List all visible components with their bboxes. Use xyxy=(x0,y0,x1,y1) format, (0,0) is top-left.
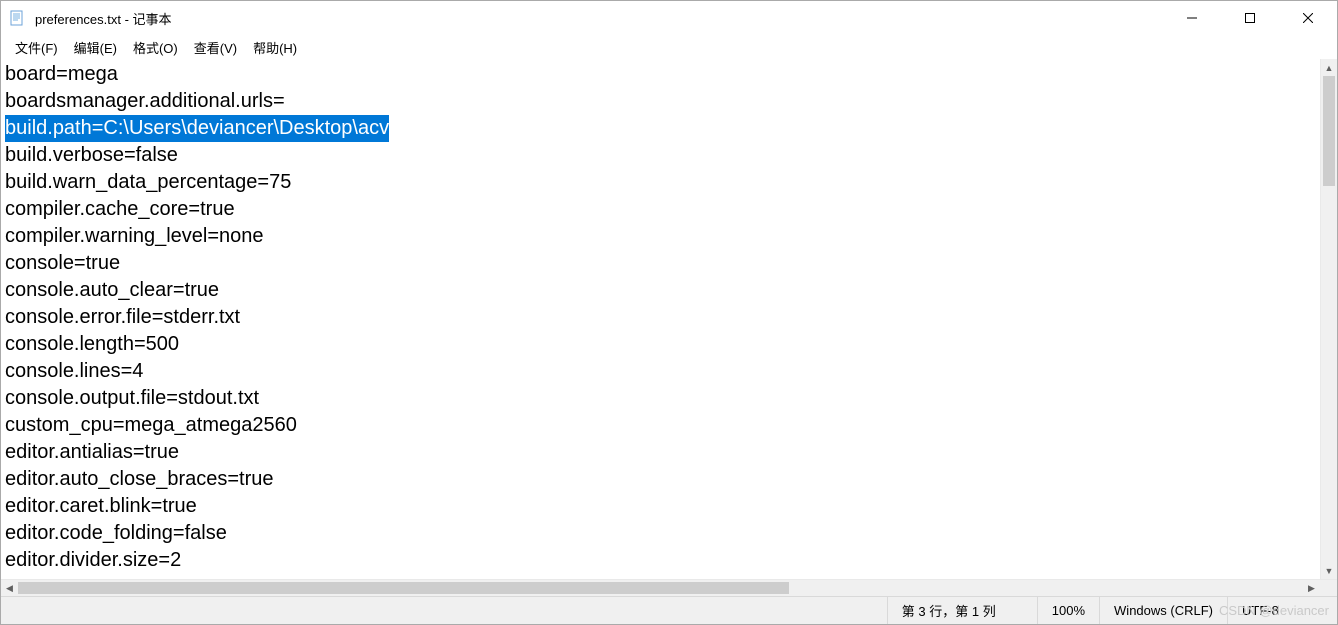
text-line[interactable]: console.auto_clear=true xyxy=(5,277,1316,304)
menu-bar: 文件(F) 编辑(E) 格式(O) 查看(V) 帮助(H) xyxy=(1,35,1337,59)
maximize-button[interactable] xyxy=(1221,1,1279,35)
title-bar: preferences.txt - 记事本 xyxy=(1,1,1337,35)
text-line[interactable]: console.lines=4 xyxy=(5,358,1316,385)
text-line[interactable]: console.length=500 xyxy=(5,331,1316,358)
minimize-button[interactable] xyxy=(1163,1,1221,35)
vertical-scroll-thumb[interactable] xyxy=(1323,76,1335,186)
content-wrap: board=megaboardsmanager.additional.urls=… xyxy=(1,59,1337,579)
scroll-down-button[interactable]: ▼ xyxy=(1321,562,1337,579)
text-line[interactable]: console=true xyxy=(5,250,1316,277)
window-title: preferences.txt - 记事本 xyxy=(33,9,1163,28)
vertical-scrollbar[interactable]: ▲ ▼ xyxy=(1320,59,1337,579)
app-icon xyxy=(9,10,25,26)
menu-format[interactable]: 格式(O) xyxy=(125,36,186,59)
text-line[interactable]: editor.antialias=true xyxy=(5,439,1316,466)
text-line[interactable]: build.path=C:\Users\deviancer\Desktop\ac… xyxy=(5,115,1316,142)
notepad-window: preferences.txt - 记事本 文件(F) 编辑(E) 格式(O) … xyxy=(0,0,1338,625)
text-line[interactable]: custom_cpu=mega_atmega2560 xyxy=(5,412,1316,439)
text-editor[interactable]: board=megaboardsmanager.additional.urls=… xyxy=(1,59,1320,579)
scroll-up-button[interactable]: ▲ xyxy=(1321,59,1337,76)
text-line[interactable]: editor.auto_close_braces=true xyxy=(5,466,1316,493)
status-position: 第 3 行，第 1 列 xyxy=(887,597,1037,624)
close-button[interactable] xyxy=(1279,1,1337,35)
text-line[interactable]: compiler.warning_level=none xyxy=(5,223,1316,250)
window-controls xyxy=(1163,1,1337,35)
scroll-corner xyxy=(1320,580,1337,596)
menu-view[interactable]: 查看(V) xyxy=(186,36,245,59)
scroll-left-button[interactable]: ◀ xyxy=(1,580,18,596)
text-line[interactable]: build.warn_data_percentage=75 xyxy=(5,169,1316,196)
status-zoom: 100% xyxy=(1037,597,1099,624)
menu-help[interactable]: 帮助(H) xyxy=(245,36,305,59)
text-line[interactable]: console.error.file=stderr.txt xyxy=(5,304,1316,331)
scroll-right-button[interactable]: ▶ xyxy=(1303,580,1320,596)
menu-edit[interactable]: 编辑(E) xyxy=(66,36,125,59)
menu-file[interactable]: 文件(F) xyxy=(7,36,66,59)
horizontal-scroll-thumb[interactable] xyxy=(18,582,789,594)
text-line[interactable]: compiler.cache_core=true xyxy=(5,196,1316,223)
text-line[interactable]: boardsmanager.additional.urls= xyxy=(5,88,1316,115)
text-line[interactable]: build.verbose=false xyxy=(5,142,1316,169)
text-line[interactable]: board=mega xyxy=(5,61,1316,88)
text-line[interactable]: editor.divider.size=2 xyxy=(5,547,1316,574)
text-line[interactable]: editor.caret.blink=true xyxy=(5,493,1316,520)
horizontal-scrollbar[interactable]: ◀ ▶ xyxy=(1,579,1337,596)
status-line-ending: Windows (CRLF) xyxy=(1099,597,1227,624)
status-bar: 第 3 行，第 1 列 100% Windows (CRLF) UTF-8 CS… xyxy=(1,596,1337,624)
horizontal-scroll-track[interactable] xyxy=(18,580,1303,596)
text-line[interactable]: console.output.file=stdout.txt xyxy=(5,385,1316,412)
status-encoding: UTF-8 xyxy=(1227,597,1337,624)
text-line[interactable]: editor.code_folding=false xyxy=(5,520,1316,547)
